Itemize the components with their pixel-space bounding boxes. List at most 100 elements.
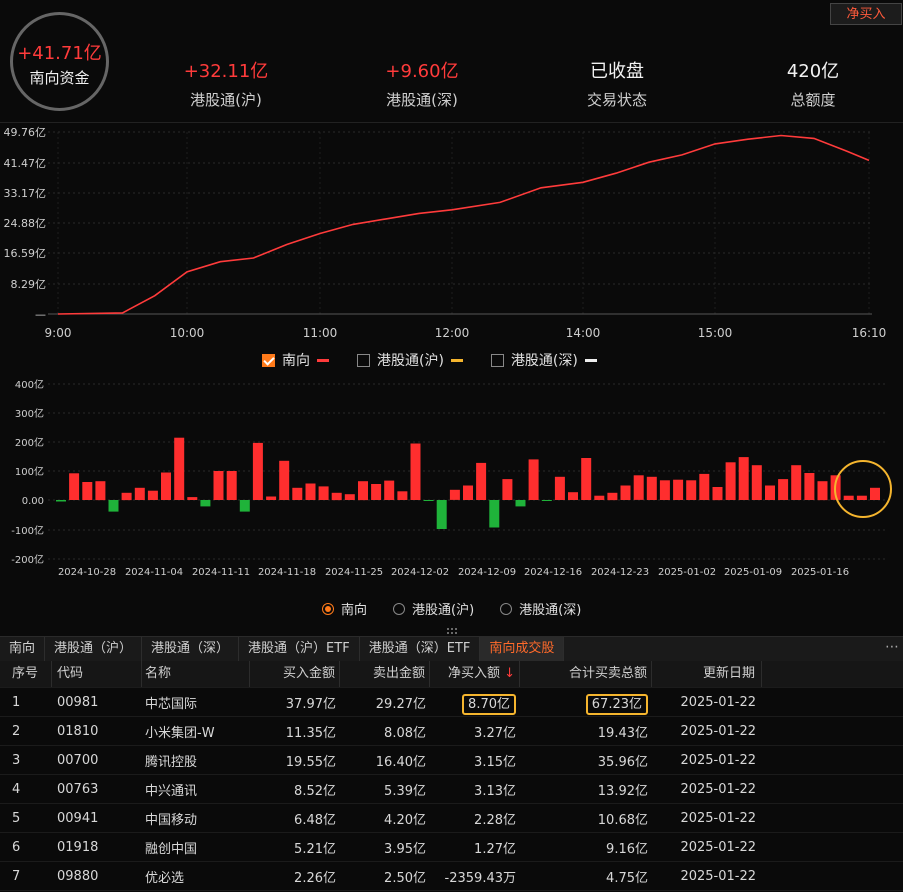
daily-flow-bar[interactable] bbox=[239, 500, 250, 512]
daily-flow-bar[interactable] bbox=[633, 475, 644, 500]
tab-hk-sz-etf[interactable]: 港股通（深）ETF bbox=[360, 637, 481, 662]
daily-flow-bar[interactable] bbox=[82, 482, 93, 500]
daily-flow-bar[interactable] bbox=[686, 480, 697, 500]
col-header-code[interactable]: 代码 bbox=[52, 661, 142, 687]
daily-flow-bar[interactable] bbox=[725, 462, 736, 500]
daily-flow-bar[interactable] bbox=[266, 496, 277, 501]
table-row[interactable]: 3 00700 腾讯控股 19.55亿 16.40亿 3.15亿 35.96亿 2025-01… bbox=[0, 746, 903, 775]
net-buy-button[interactable]: 净买入 bbox=[830, 3, 902, 25]
tab-hk-sh-etf[interactable]: 港股通（沪）ETF bbox=[239, 637, 360, 662]
legend-hk-sz[interactable]: 港股通(深) bbox=[490, 350, 597, 370]
daily-flow-bar[interactable] bbox=[568, 492, 578, 500]
daily-flow-bar[interactable] bbox=[515, 500, 526, 507]
daily-flow-bar[interactable] bbox=[528, 459, 539, 500]
daily-flow-bar[interactable] bbox=[791, 465, 802, 500]
daily-flow-bar[interactable] bbox=[607, 492, 618, 501]
col-header-total[interactable]: 合计买卖总额 bbox=[520, 661, 652, 687]
table-row[interactable]: 1 00981 中芯国际 37.97亿 29.27亿 8.70亿 67.23亿 2025-01… bbox=[0, 688, 903, 717]
daily-flow-bar[interactable] bbox=[95, 481, 106, 501]
daily-flow-bar[interactable] bbox=[371, 484, 382, 500]
tab-hk-sh[interactable]: 港股通（沪） bbox=[45, 637, 143, 662]
daily-flow-bar[interactable] bbox=[56, 500, 66, 502]
daily-flow-bar[interactable] bbox=[581, 458, 592, 500]
daily-flow-bar[interactable] bbox=[712, 487, 723, 501]
daily-flow-bar[interactable] bbox=[121, 492, 132, 501]
daily-flow-bar[interactable] bbox=[69, 473, 80, 500]
radio-selected-icon[interactable] bbox=[322, 602, 334, 615]
daily-flow-bar[interactable] bbox=[397, 491, 408, 500]
daily-flow-bar[interactable] bbox=[410, 443, 421, 501]
tab-hk-sz[interactable]: 港股通（深） bbox=[142, 637, 240, 662]
daily-flow-bar[interactable] bbox=[187, 497, 198, 500]
daily-flow-bar[interactable] bbox=[804, 473, 815, 500]
daily-flow-bar[interactable] bbox=[108, 500, 119, 512]
daily-flow-bar[interactable] bbox=[292, 487, 303, 500]
daily-flow-bar[interactable] bbox=[673, 479, 684, 500]
daily-flow-bar[interactable] bbox=[620, 485, 631, 501]
radio-unselected-icon[interactable] bbox=[393, 602, 406, 615]
daily-flow-bar[interactable] bbox=[476, 462, 487, 500]
daily-flow-bar[interactable] bbox=[449, 489, 460, 500]
daily-flow-bar[interactable] bbox=[344, 494, 355, 500]
radio-hk-sz[interactable]: 港股通(深) bbox=[500, 599, 581, 618]
daily-flow-bar[interactable] bbox=[594, 495, 605, 500]
daily-flow-bar[interactable] bbox=[161, 472, 171, 501]
daily-flow-bar[interactable] bbox=[463, 485, 473, 501]
daily-flow-bar[interactable] bbox=[817, 481, 828, 501]
table-row[interactable]: 2 01810 小米集团-W 11.35亿 8.08亿 3.27亿 19.43亿 2025-0… bbox=[0, 717, 903, 746]
table-row[interactable]: 6 01918 融创中国 5.21亿 3.95亿 1.27亿 9.16亿 2025-01-22 bbox=[0, 833, 903, 862]
y-tick-label: 16.59亿 bbox=[4, 247, 47, 260]
legend-hk-sh[interactable]: 港股通(沪) bbox=[357, 350, 463, 370]
tab-southbound[interactable]: 南向 bbox=[0, 637, 46, 662]
tab-southbound-stocks[interactable]: 南向成交股 bbox=[480, 637, 565, 662]
daily-flow-bar[interactable] bbox=[554, 476, 565, 500]
sort-down-icon[interactable]: ↓ bbox=[504, 666, 515, 681]
daily-flow-bar[interactable] bbox=[843, 495, 854, 500]
daily-flow-bar[interactable] bbox=[778, 479, 789, 500]
daily-flow-bar[interactable] bbox=[147, 490, 158, 500]
table-row[interactable]: 7 09880 优必选 2.26亿 2.50亿 -2359.43万 4.75亿 2025-01… bbox=[0, 862, 903, 891]
daily-flow-bar[interactable] bbox=[305, 483, 316, 501]
daily-flow-bar[interactable] bbox=[502, 479, 513, 500]
col-header-date[interactable]: 更新日期 bbox=[652, 661, 762, 687]
daily-flow-bar[interactable] bbox=[856, 495, 867, 500]
table-row[interactable]: 4 00763 中兴通讯 8.52亿 5.39亿 3.13亿 13.92亿 2025-01-2… bbox=[0, 775, 903, 804]
daily-flow-bar[interactable] bbox=[384, 480, 395, 500]
checkbox-checked-icon[interactable] bbox=[262, 353, 275, 367]
checkbox-unchecked-icon[interactable] bbox=[357, 353, 370, 367]
daily-flow-bar[interactable] bbox=[279, 460, 290, 500]
legend-southbound[interactable]: 南向 bbox=[262, 350, 329, 370]
daily-flow-bar[interactable] bbox=[226, 471, 237, 500]
daily-flow-bar[interactable] bbox=[489, 500, 500, 528]
daily-flow-bar[interactable] bbox=[213, 471, 224, 500]
daily-flow-bar[interactable] bbox=[659, 480, 670, 500]
daily-flow-bar[interactable] bbox=[738, 457, 749, 500]
daily-flow-bar[interactable] bbox=[751, 465, 762, 500]
daily-flow-bar[interactable] bbox=[358, 481, 368, 501]
col-header-name[interactable]: 名称 bbox=[142, 661, 250, 687]
col-header-index[interactable]: 序号 bbox=[0, 661, 52, 687]
table-row[interactable]: 5 00941 中国移动 6.48亿 4.20亿 2.28亿 10.68亿 2025-01-2… bbox=[0, 804, 903, 833]
daily-flow-bar[interactable] bbox=[252, 442, 263, 500]
radio-hk-sh[interactable]: 港股通(沪) bbox=[393, 599, 474, 618]
daily-flow-bar[interactable] bbox=[331, 492, 342, 501]
daily-flow-bar[interactable] bbox=[765, 485, 775, 501]
more-options-icon[interactable]: ⋯ bbox=[885, 636, 899, 658]
daily-flow-bar[interactable] bbox=[423, 500, 434, 501]
daily-flow-bar[interactable] bbox=[646, 476, 657, 500]
radio-southbound[interactable]: 南向 bbox=[322, 599, 367, 618]
checkbox-unchecked-icon[interactable] bbox=[490, 353, 504, 367]
col-header-net-buy[interactable]: 净买入额 ↓ bbox=[430, 661, 520, 687]
col-header-buy[interactable]: 买入金额 bbox=[250, 661, 340, 687]
daily-flow-bar[interactable] bbox=[436, 500, 447, 529]
daily-flow-bar[interactable] bbox=[174, 437, 185, 500]
daily-flow-bar[interactable] bbox=[870, 487, 880, 500]
daily-flow-bar[interactable] bbox=[200, 500, 211, 507]
radio-unselected-icon[interactable] bbox=[500, 602, 513, 615]
splitter-grip-icon[interactable] bbox=[446, 627, 458, 635]
col-header-sell[interactable]: 卖出金额 bbox=[340, 661, 430, 687]
daily-flow-bar[interactable] bbox=[134, 487, 145, 500]
daily-flow-bar[interactable] bbox=[318, 486, 329, 500]
daily-flow-bar[interactable] bbox=[699, 473, 710, 500]
daily-flow-bar[interactable] bbox=[541, 500, 552, 501]
